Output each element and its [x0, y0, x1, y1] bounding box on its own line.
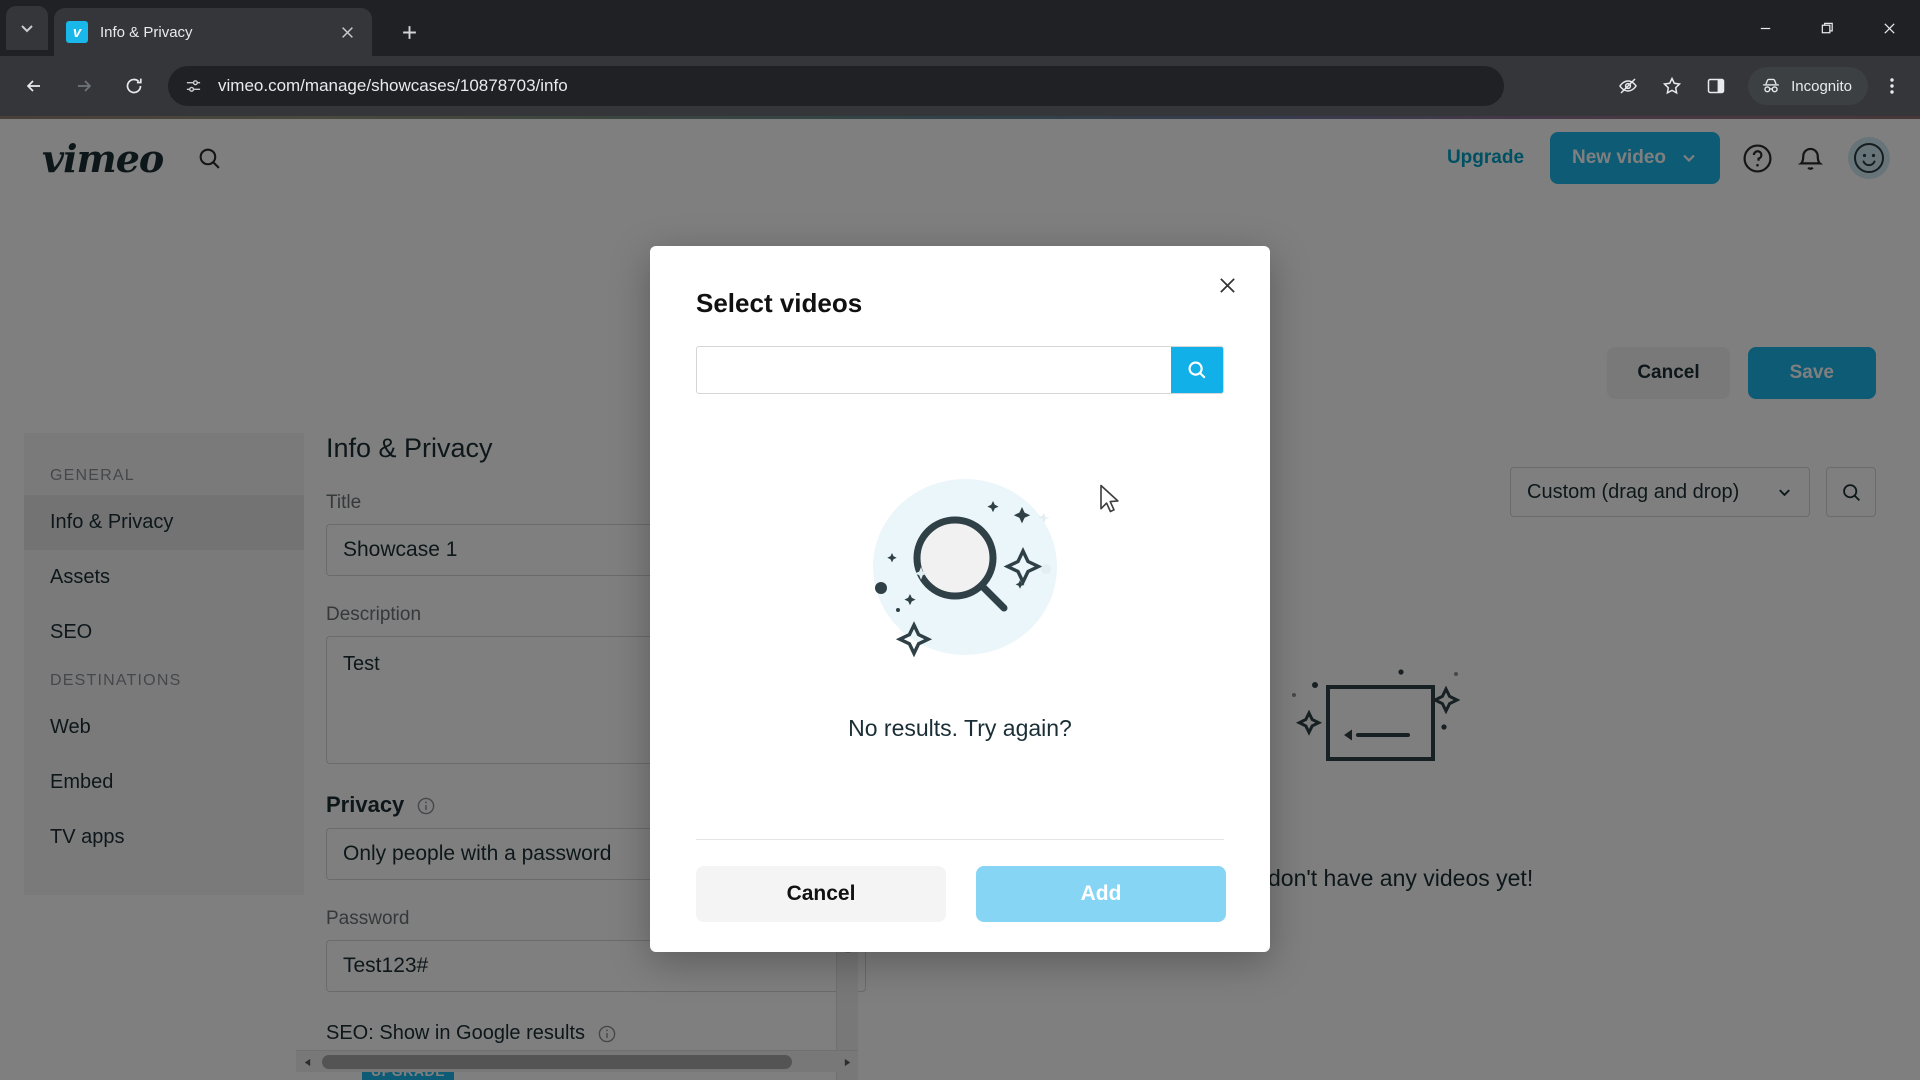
mouse-cursor	[1098, 484, 1122, 521]
window-restore-button[interactable]	[1796, 0, 1858, 56]
search-icon	[1188, 361, 1206, 379]
cursor-arrow-icon	[1100, 484, 1119, 513]
tab-close-button[interactable]	[334, 19, 360, 45]
star-icon	[1662, 76, 1682, 95]
arrow-right-icon	[78, 80, 92, 92]
chevron-down-icon	[21, 25, 33, 33]
close-icon	[1219, 277, 1235, 293]
forward-button[interactable]	[64, 66, 104, 106]
new-tab-button[interactable]	[391, 14, 427, 50]
bookmark-star-icon[interactable]	[1652, 66, 1692, 106]
vimeo-favicon-icon: v	[66, 21, 88, 43]
reload-button[interactable]	[114, 66, 154, 106]
browser-toolbar: vimeo.com/manage/showcases/10878703/info	[0, 56, 1920, 116]
tab-search-button[interactable]	[6, 6, 48, 50]
modal-footer: Cancel Add	[650, 840, 1270, 952]
toolbar-right-actions: Incognito	[1604, 66, 1920, 106]
modal-search-bar	[696, 346, 1224, 394]
minimize-icon	[1760, 27, 1770, 29]
video-search-input[interactable]	[697, 347, 1171, 393]
incognito-icon	[1763, 78, 1779, 93]
tab-title: Info & Privacy	[100, 23, 193, 41]
incognito-label: Incognito	[1791, 77, 1852, 95]
window-minimize-button[interactable]	[1734, 0, 1796, 56]
reload-icon	[126, 78, 142, 94]
site-settings-icon[interactable]	[182, 75, 204, 97]
modal-add-button[interactable]: Add	[976, 866, 1226, 922]
tab-strip: v Info & Privacy	[0, 0, 1920, 56]
eye-off-icon[interactable]	[1608, 66, 1648, 106]
incognito-indicator[interactable]: Incognito	[1748, 67, 1868, 105]
kebab-menu-icon	[1890, 78, 1894, 94]
modal-search-button[interactable]	[1171, 347, 1223, 393]
tune-icon	[186, 79, 200, 92]
no-results-message: No results. Try again?	[848, 715, 1072, 741]
browser-menu-button[interactable]	[1872, 66, 1912, 106]
modal-results-area: No results. Try again?	[650, 394, 1270, 839]
modal-cancel-button[interactable]: Cancel	[696, 866, 946, 922]
browser-tab[interactable]: v Info & Privacy	[54, 8, 372, 56]
back-button[interactable]	[14, 66, 54, 106]
window-controls	[1734, 0, 1920, 56]
eye-off-icon	[1619, 78, 1637, 94]
plus-icon	[402, 25, 416, 39]
close-icon	[1883, 22, 1895, 34]
address-bar[interactable]: vimeo.com/manage/showcases/10878703/info	[168, 66, 1504, 106]
url-text: vimeo.com/manage/showcases/10878703/info	[218, 76, 568, 95]
browser-window: v Info & Privacy vimeo.com/manage/showca…	[0, 0, 1920, 1080]
select-videos-modal: Select videos No results. Try again? Can…	[650, 246, 1270, 952]
side-panel-icon	[1707, 78, 1725, 94]
window-close-button[interactable]	[1858, 0, 1920, 56]
restore-icon	[1821, 22, 1833, 33]
arrow-left-icon	[26, 80, 40, 92]
modal-close-button[interactable]	[1210, 268, 1244, 302]
modal-title: Select videos	[696, 288, 863, 318]
side-panel-icon[interactable]	[1696, 66, 1736, 106]
no-results-illustration-icon	[873, 479, 1057, 658]
close-icon	[341, 26, 353, 38]
